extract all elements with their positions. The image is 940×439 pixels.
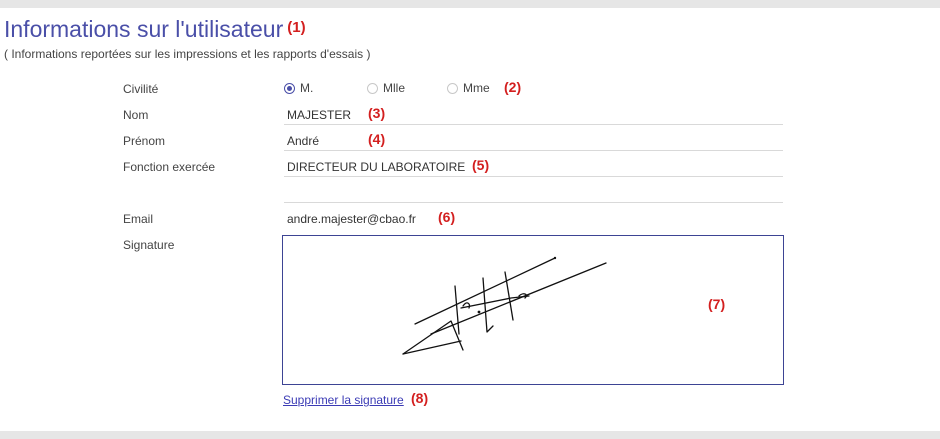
radio-mme[interactable]: Mme	[447, 81, 490, 95]
annotation-marker-8: (8)	[411, 390, 429, 406]
nom-value: MAJESTER	[287, 108, 352, 122]
signature-label: Signature	[123, 238, 175, 252]
fonction-value: DIRECTEUR DU LABORATOIRE	[287, 160, 466, 174]
radio-mme-label: Mme	[463, 81, 490, 95]
email-label: Email	[123, 212, 154, 226]
page-subtitle: ( Informations reportées sur les impress…	[4, 47, 371, 61]
nom-field[interactable]: MAJESTER (3)	[284, 104, 783, 125]
annotation-marker-6: (6)	[438, 209, 456, 225]
annotation-marker-1: (1)	[287, 19, 306, 36]
radio-m[interactable]: M.	[284, 81, 313, 95]
civilite-label: Civilité	[123, 82, 159, 96]
empty-field	[284, 182, 783, 203]
nom-label: Nom	[123, 108, 149, 122]
page-title: Informations sur l'utilisateur (1)	[4, 14, 306, 48]
fonction-label: Fonction exercée	[123, 160, 216, 174]
radio-m-label: M.	[300, 81, 314, 95]
email-value: andre.majester@cbao.fr	[287, 212, 416, 226]
email-field[interactable]: andre.majester@cbao.fr (6)	[284, 208, 783, 229]
top-bar	[0, 0, 940, 8]
radio-mlle-indicator[interactable]	[367, 82, 378, 94]
prenom-field[interactable]: André (4)	[284, 130, 783, 151]
annotation-marker-7: (7)	[708, 296, 726, 312]
annotation-marker-4: (4)	[368, 131, 386, 147]
annotation-marker-2: (2)	[504, 79, 522, 95]
radio-mlle-label: Mlle	[383, 81, 406, 95]
bottom-bar	[0, 431, 940, 439]
signature-pad[interactable]: (7)	[282, 235, 784, 385]
radio-m-indicator[interactable]	[284, 82, 295, 94]
prenom-value: André	[287, 134, 320, 148]
radio-mlle[interactable]: Mlle	[367, 81, 405, 95]
annotation-marker-5: (5)	[472, 157, 490, 173]
annotation-marker-3: (3)	[368, 105, 386, 121]
prenom-label: Prénom	[123, 134, 166, 148]
radio-mme-indicator[interactable]	[447, 82, 458, 94]
fonction-field[interactable]: DIRECTEUR DU LABORATOIRE (5)	[284, 156, 783, 177]
delete-signature-link[interactable]: Supprimer la signature	[283, 393, 404, 407]
page-title-text: Informations sur l'utilisateur	[4, 16, 284, 42]
